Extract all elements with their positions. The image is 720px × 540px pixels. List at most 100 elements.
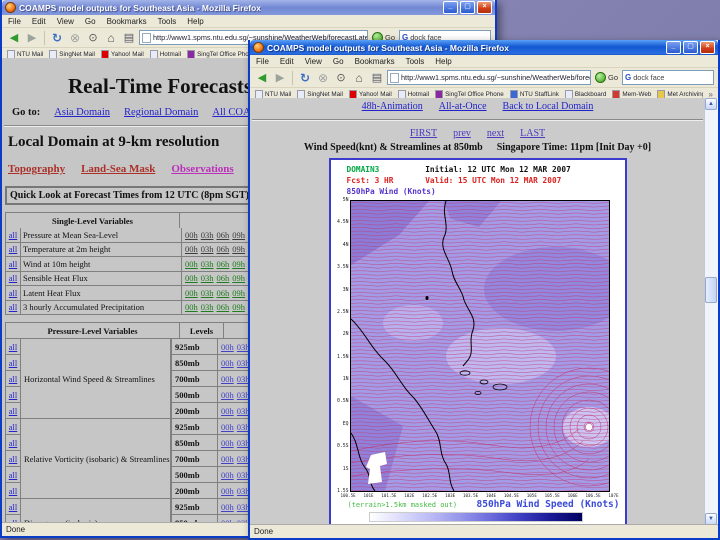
menu-item[interactable]: Tools: [406, 57, 425, 66]
search-input[interactable]: G dock face: [622, 70, 714, 85]
forecast-time-link[interactable]: 00h: [221, 342, 234, 352]
page-top-link[interactable]: 48h-Animation: [362, 101, 423, 112]
maximize-button[interactable]: ▢: [460, 1, 475, 14]
forecast-time-link[interactable]: 00h: [185, 273, 198, 283]
forecast-time-link[interactable]: 00h: [221, 486, 234, 496]
forecast-time-link[interactable]: 00h: [185, 244, 198, 254]
forecast-time-link[interactable]: 03h: [201, 302, 214, 312]
forecast-time-link[interactable]: 06h: [217, 230, 230, 240]
forecast-time-link[interactable]: 09h: [232, 273, 245, 283]
menu-item[interactable]: Edit: [32, 17, 46, 26]
map-link[interactable]: Land-Sea Mask: [81, 163, 155, 175]
all-link[interactable]: all: [9, 302, 18, 312]
all-link[interactable]: all: [9, 390, 18, 400]
forecast-time-link[interactable]: 03h: [201, 230, 214, 240]
reload-icon[interactable]: ↻: [49, 30, 65, 46]
titlebar[interactable]: COAMPS model outputs for Southeast Asia …: [2, 0, 495, 15]
menu-item[interactable]: Help: [187, 17, 203, 26]
forecast-time-link[interactable]: 00h: [185, 259, 198, 269]
forecast-time-link[interactable]: 06h: [217, 302, 230, 312]
forecast-time-link[interactable]: 00h: [185, 288, 198, 298]
minimize-button[interactable]: _: [666, 41, 681, 54]
scroll-up-arrow[interactable]: ▲: [705, 98, 717, 110]
all-link[interactable]: all: [9, 259, 18, 269]
history-clock-icon[interactable]: ⊙: [85, 30, 101, 46]
forecast-time-link[interactable]: 00h: [221, 454, 234, 464]
pager-link[interactable]: prev: [453, 128, 471, 139]
forecast-time-link[interactable]: 09h: [232, 288, 245, 298]
all-link[interactable]: all: [9, 454, 18, 464]
forecast-time-link[interactable]: 03h: [201, 259, 214, 269]
pager-link[interactable]: FIRST: [410, 128, 437, 139]
menu-item[interactable]: Help: [435, 57, 451, 66]
url-bar[interactable]: http://www1.spms.ntu.edu.sg/~sunshine/We…: [387, 70, 591, 85]
forecast-time-link[interactable]: 03h: [201, 288, 214, 298]
close-button[interactable]: ×: [477, 1, 492, 14]
all-link[interactable]: all: [9, 502, 18, 512]
forecast-time-link[interactable]: 00h: [221, 374, 234, 384]
menu-item[interactable]: View: [57, 17, 74, 26]
forecast-time-link[interactable]: 09h: [232, 230, 245, 240]
page-top-link[interactable]: Back to Local Domain: [503, 101, 594, 112]
forward-icon[interactable]: ▶: [24, 30, 40, 46]
titlebar[interactable]: COAMPS model outputs for Southeast Asia …: [250, 40, 718, 55]
forecast-time-link[interactable]: 00h: [185, 302, 198, 312]
all-link[interactable]: all: [9, 342, 18, 352]
stop-icon[interactable]: ⊗: [315, 70, 331, 86]
forward-icon[interactable]: ▶: [272, 70, 288, 86]
all-link[interactable]: all: [9, 230, 18, 240]
forecast-time-link[interactable]: 00h: [221, 502, 234, 512]
all-link[interactable]: all: [9, 288, 18, 298]
history-clock-icon[interactable]: ⊙: [333, 70, 349, 86]
goto-link[interactable]: Asia Domain: [54, 107, 110, 118]
go-button[interactable]: Go: [593, 72, 620, 83]
map-link[interactable]: Observations: [171, 163, 233, 175]
menu-item[interactable]: Bookmarks: [355, 57, 395, 66]
menu-item[interactable]: Bookmarks: [107, 17, 147, 26]
menu-item[interactable]: Tools: [158, 17, 177, 26]
all-link[interactable]: all: [9, 358, 18, 368]
menu-item[interactable]: View: [305, 57, 322, 66]
forecast-time-link[interactable]: 06h: [217, 259, 230, 269]
page-top-link[interactable]: All-at-Once: [439, 101, 487, 112]
menu-item[interactable]: File: [8, 17, 21, 26]
back-icon[interactable]: ◀: [6, 30, 22, 46]
menu-item[interactable]: Go: [333, 57, 344, 66]
scrollbar-thumb[interactable]: [705, 277, 717, 303]
stop-icon[interactable]: ⊗: [67, 30, 83, 46]
pager-link[interactable]: LAST: [520, 128, 545, 139]
minimize-button[interactable]: _: [443, 1, 458, 14]
forecast-time-link[interactable]: 00h: [221, 422, 234, 432]
all-link[interactable]: all: [9, 273, 18, 283]
maximize-button[interactable]: ▢: [683, 41, 698, 54]
forecast-time-link[interactable]: 00h: [221, 406, 234, 416]
forecast-time-link[interactable]: 09h: [232, 244, 245, 254]
all-link[interactable]: all: [9, 486, 18, 496]
home-icon[interactable]: ⌂: [351, 70, 367, 86]
menu-item[interactable]: Go: [85, 17, 96, 26]
forecast-time-link[interactable]: 03h: [201, 273, 214, 283]
vertical-scrollbar[interactable]: ▲ ▼: [704, 98, 718, 525]
back-icon[interactable]: ◀: [254, 70, 270, 86]
forecast-time-link[interactable]: 00h: [221, 358, 234, 368]
menu-item[interactable]: File: [256, 57, 269, 66]
pager-link[interactable]: next: [487, 128, 504, 139]
close-button[interactable]: ×: [700, 41, 715, 54]
forecast-time-link[interactable]: 06h: [217, 244, 230, 254]
all-link[interactable]: all: [9, 374, 18, 384]
goto-link[interactable]: Regional Domain: [124, 107, 198, 118]
all-link[interactable]: all: [9, 470, 18, 480]
all-link[interactable]: all: [9, 244, 18, 254]
forecast-time-link[interactable]: 09h: [232, 259, 245, 269]
forecast-time-link[interactable]: 06h: [217, 288, 230, 298]
home-icon[interactable]: ⌂: [103, 30, 119, 46]
forecast-time-link[interactable]: 00h: [221, 470, 234, 480]
all-link[interactable]: all: [9, 438, 18, 448]
forecast-time-link[interactable]: 00h: [221, 390, 234, 400]
all-link[interactable]: all: [9, 406, 18, 416]
reload-icon[interactable]: ↻: [297, 70, 313, 86]
all-link[interactable]: all: [9, 422, 18, 432]
forecast-time-link[interactable]: 03h: [201, 244, 214, 254]
menu-item[interactable]: Edit: [280, 57, 294, 66]
forecast-time-link[interactable]: 06h: [217, 273, 230, 283]
